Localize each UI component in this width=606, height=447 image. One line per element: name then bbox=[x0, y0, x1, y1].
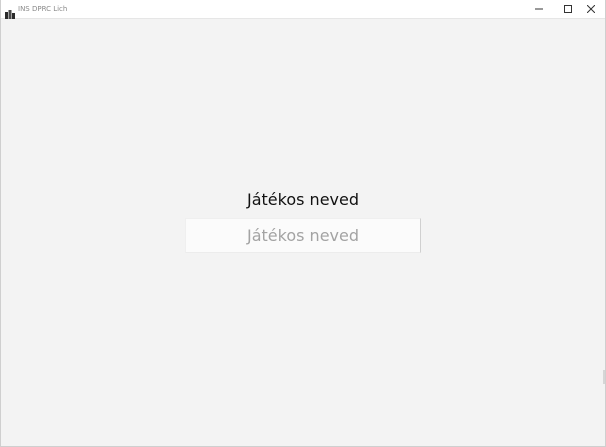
maximize-icon bbox=[564, 5, 572, 13]
maximize-button[interactable] bbox=[557, 0, 579, 18]
player-name-label: Játékos neved bbox=[247, 190, 359, 209]
minimize-icon bbox=[535, 5, 543, 13]
window-edge bbox=[603, 370, 605, 384]
app-icon bbox=[5, 4, 15, 19]
close-icon bbox=[587, 5, 595, 13]
minimize-button[interactable] bbox=[528, 0, 550, 18]
title-bar[interactable]: INS DPRC Lich bbox=[1, 0, 605, 19]
player-name-input[interactable] bbox=[185, 218, 421, 253]
window-title: INS DPRC Lich bbox=[18, 5, 68, 13]
app-window: INS DPRC Lich Játékos neved bbox=[0, 0, 606, 447]
close-button[interactable] bbox=[580, 0, 602, 18]
main-content: Játékos neved bbox=[1, 19, 605, 446]
